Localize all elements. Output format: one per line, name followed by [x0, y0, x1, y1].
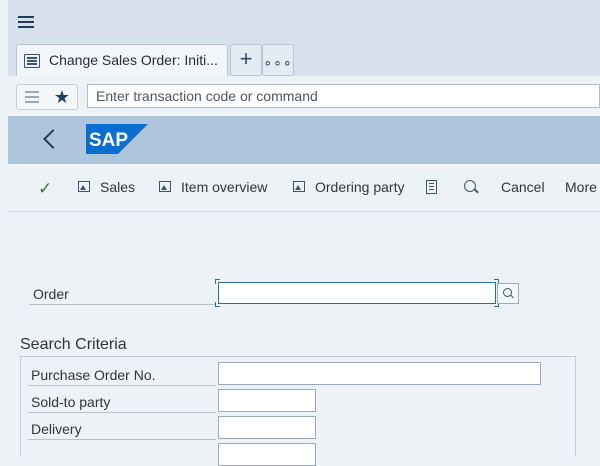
purchase-order-label: Purchase Order No.	[31, 367, 156, 383]
divider	[29, 304, 216, 305]
delivery-input[interactable]	[218, 416, 316, 439]
favorites-star-icon[interactable]: ★	[47, 84, 78, 110]
more-tabs-button[interactable]: ∘∘∘	[262, 44, 294, 76]
sold-to-party-label: Sold-to party	[31, 394, 111, 410]
image-icon	[78, 181, 90, 192]
search-criteria-title: Search Criteria	[20, 336, 127, 353]
ordering-party-button[interactable]: Ordering party	[315, 179, 404, 195]
command-field[interactable]	[87, 84, 600, 108]
sap-logo: SAP	[86, 124, 148, 154]
order-label: Order	[33, 286, 69, 302]
sold-to-party-input[interactable]	[218, 389, 316, 412]
top-menu-bar	[8, 0, 600, 40]
cancel-button[interactable]: Cancel	[501, 179, 545, 195]
enter-check-icon[interactable]: ✓	[38, 179, 52, 199]
order-focus-frame	[215, 279, 499, 307]
new-tab-button[interactable]: +	[230, 44, 262, 76]
sales-button[interactable]: Sales	[100, 179, 135, 195]
next-criteria-input[interactable]	[218, 443, 316, 466]
divider	[28, 439, 216, 440]
item-overview-button[interactable]: Item overview	[181, 179, 267, 195]
history-list-button[interactable]	[16, 84, 48, 110]
purchase-order-input[interactable]	[218, 362, 541, 385]
value-help-icon[interactable]	[497, 283, 519, 304]
hamburger-menu-icon[interactable]	[18, 16, 34, 28]
magnifier-icon[interactable]	[464, 180, 476, 192]
delivery-label: Delivery	[31, 421, 82, 437]
document-list-icon	[24, 54, 40, 68]
image-icon	[293, 181, 305, 192]
more-button[interactable]: More	[565, 179, 597, 195]
divider	[28, 385, 216, 386]
tab-title: Change Sales Order: Initi...	[49, 52, 218, 68]
document-icon[interactable]	[426, 180, 437, 194]
sap-logo-text: SAP	[89, 130, 128, 151]
divider	[28, 412, 216, 413]
image-icon	[159, 181, 171, 192]
